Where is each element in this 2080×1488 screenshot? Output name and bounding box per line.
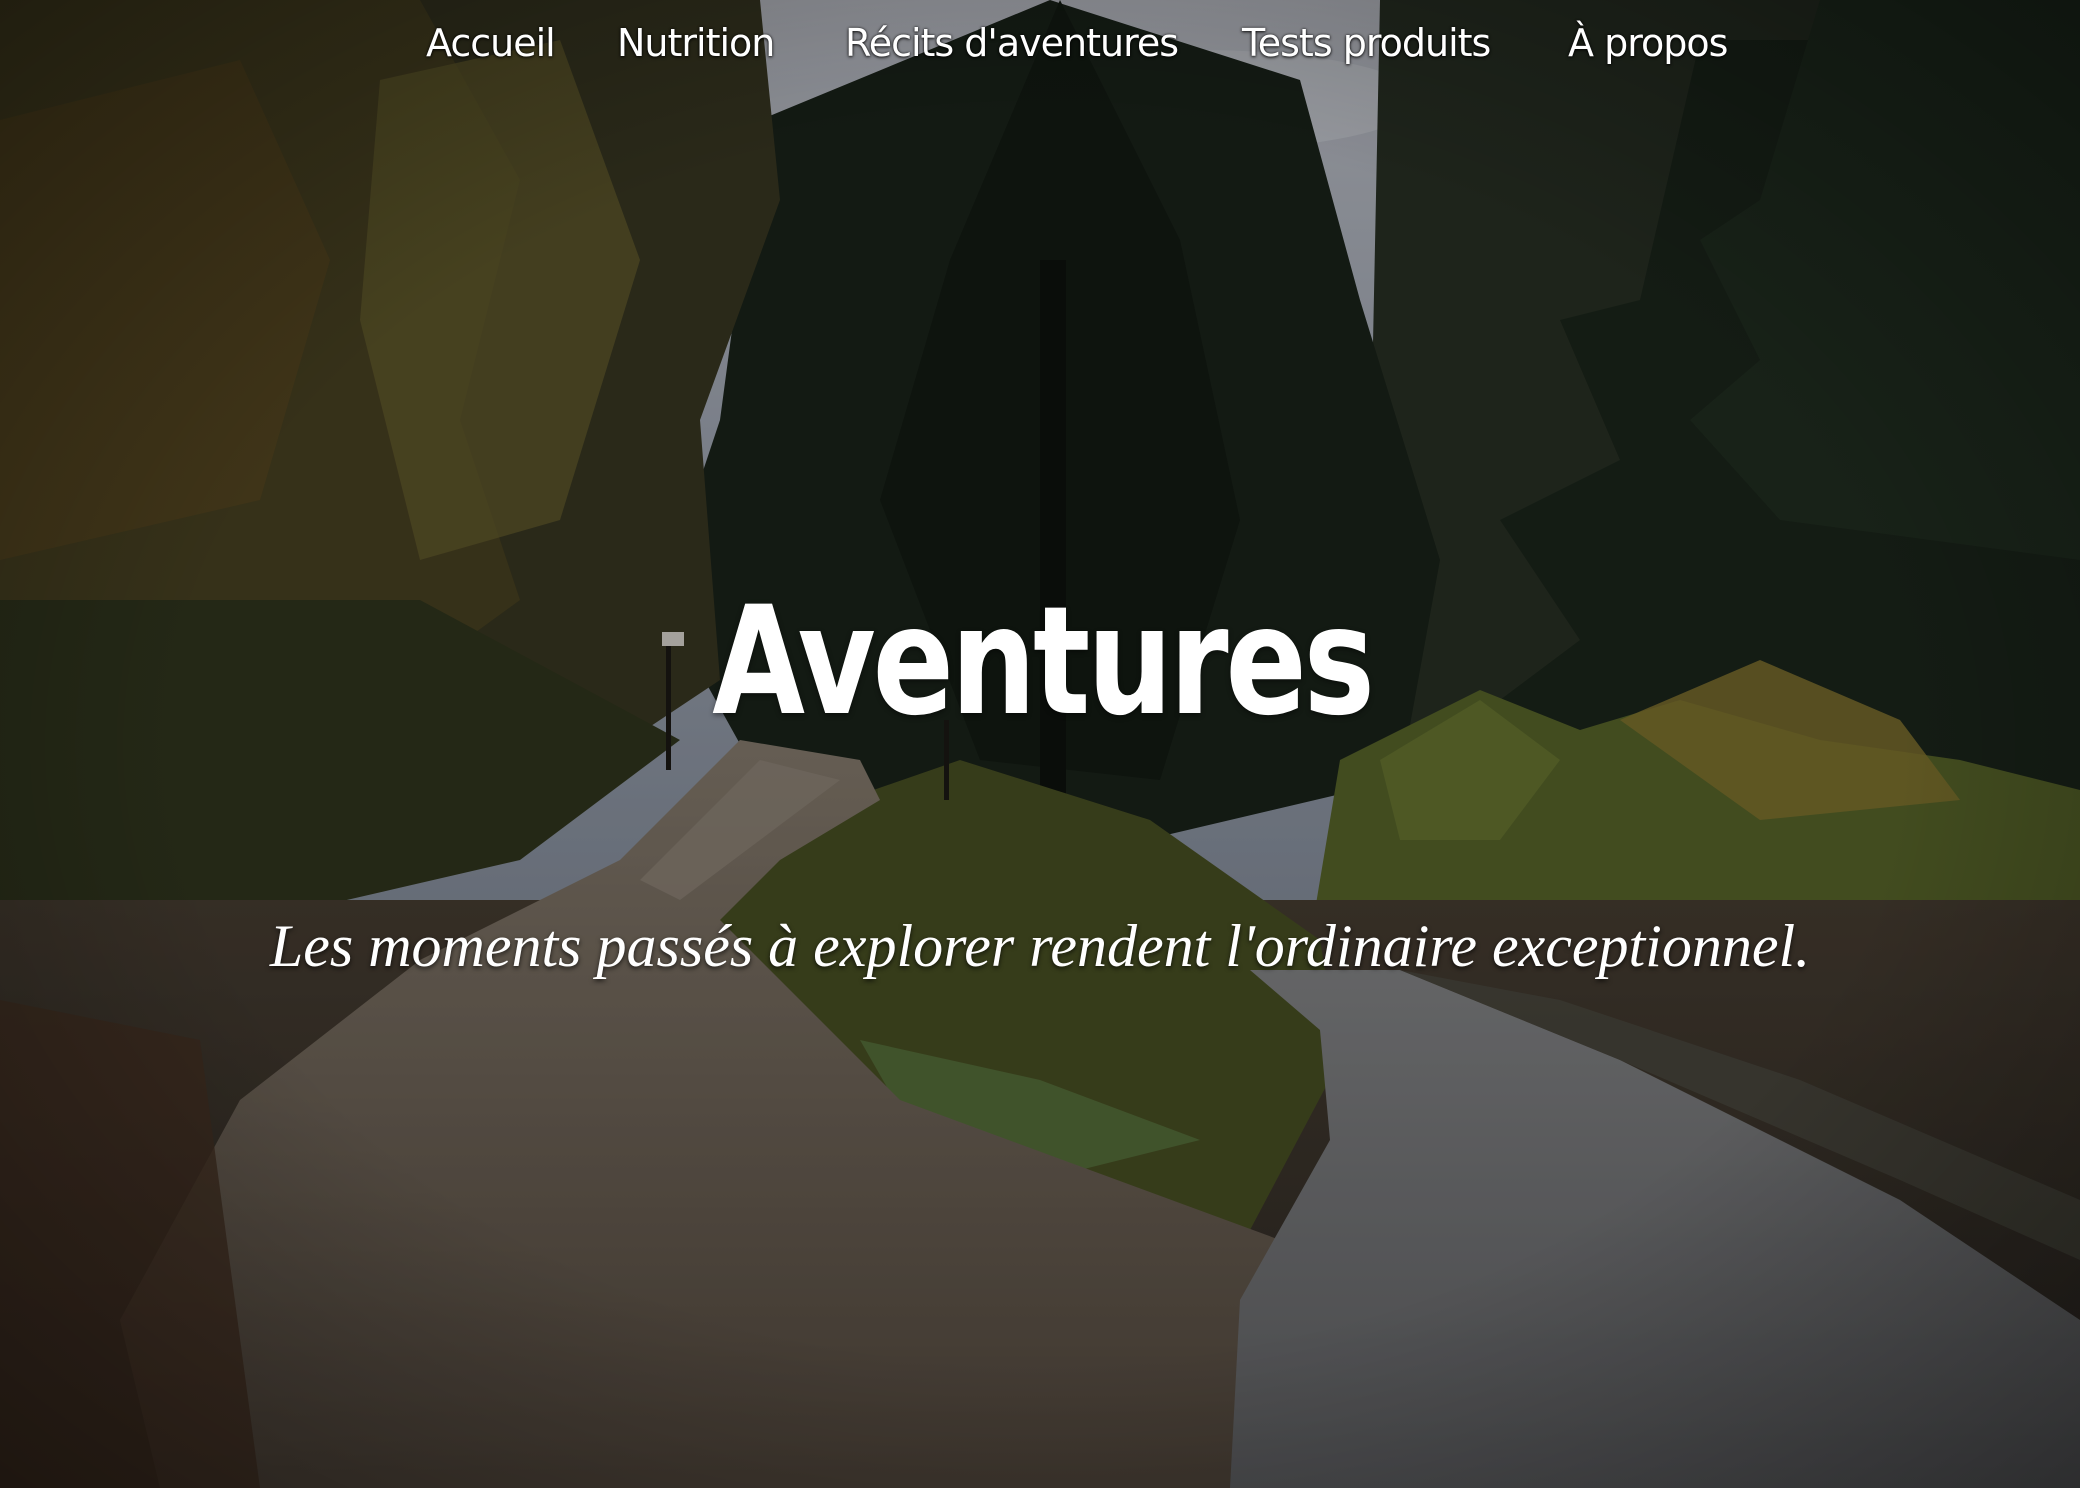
hero-subtitle: Les moments passés à explorer rendent l'… — [269, 913, 1811, 979]
hero-title: Aventures — [712, 575, 1375, 749]
nav-link-accueil[interactable]: Accueil — [426, 14, 556, 72]
hero-section: Accueil Nutrition Récits d'aventures Tes… — [0, 0, 2080, 1488]
main-navigation: Accueil Nutrition Récits d'aventures Tes… — [0, 14, 2080, 74]
nav-link-a-propos[interactable]: À propos — [1568, 14, 1728, 72]
nav-link-tests-produits[interactable]: Tests produits — [1242, 14, 1491, 72]
nav-link-nutrition[interactable]: Nutrition — [617, 14, 775, 72]
nav-link-recits-aventures[interactable]: Récits d'aventures — [845, 14, 1179, 72]
